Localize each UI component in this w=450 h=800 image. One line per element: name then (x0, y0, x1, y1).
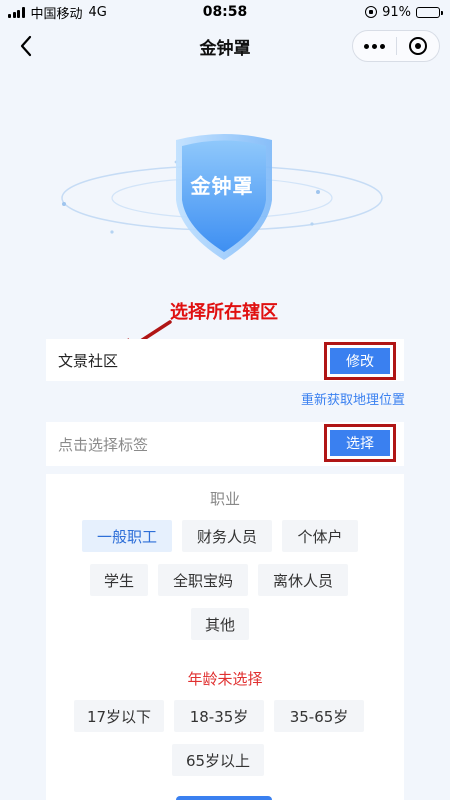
district-value: 文景社区 (58, 352, 119, 370)
hero-illustration: 金钟罩 (0, 100, 450, 280)
nav-bar: 金钟罩 (0, 24, 450, 68)
status-right: 91% (365, 4, 443, 20)
tag-placeholder: 点击选择标签 (58, 436, 149, 454)
submit-button[interactable] (176, 796, 272, 800)
annotation-label: 选择所在辖区 (170, 302, 278, 323)
age-title: 年龄未选择 (187, 670, 263, 688)
age-chip[interactable]: 17岁以下 (74, 700, 164, 732)
modify-highlight-frame: 修改 (324, 342, 396, 380)
more-button[interactable] (353, 31, 396, 61)
battery-icon (416, 6, 443, 18)
occupation-chip[interactable]: 学生 (90, 564, 148, 596)
age-chip[interactable]: 65岁以上 (172, 744, 264, 776)
orientation-lock-icon (365, 6, 378, 18)
occupation-chip[interactable]: 离休人员 (258, 564, 348, 596)
close-mini-program-button[interactable] (397, 31, 439, 61)
select-button[interactable]: 选择 (330, 430, 390, 456)
occupation-title: 职业 (209, 490, 240, 508)
occupation-chip[interactable]: 个体户 (282, 520, 358, 552)
occupation-chip[interactable]: 一般职工 (82, 520, 172, 552)
modify-button[interactable]: 修改 (330, 348, 390, 374)
mini-program-capsule (352, 30, 440, 62)
options-card: 职业 一般职工 财务人员 个体户 学生 全职宝妈 离休人员 其他 年龄未选择 1… (46, 474, 404, 800)
select-highlight-frame: 选择 (324, 424, 396, 462)
occupation-chip[interactable]: 全职宝妈 (158, 564, 248, 596)
age-chip[interactable]: 35-65岁 (274, 700, 364, 732)
target-icon (408, 37, 427, 55)
more-dots-icon (364, 43, 369, 49)
shield-label: 金钟罩 (190, 174, 254, 198)
age-chip[interactable]: 18-35岁 (174, 700, 264, 732)
relocate-link[interactable]: 重新获取地理位置 (301, 389, 405, 408)
battery-percent: 91% (382, 4, 411, 20)
occupation-chip[interactable]: 财务人员 (182, 520, 272, 552)
occupation-chip[interactable]: 其他 (191, 608, 249, 640)
status-bar: 中国移动 4G 08:58 91% (0, 0, 450, 24)
